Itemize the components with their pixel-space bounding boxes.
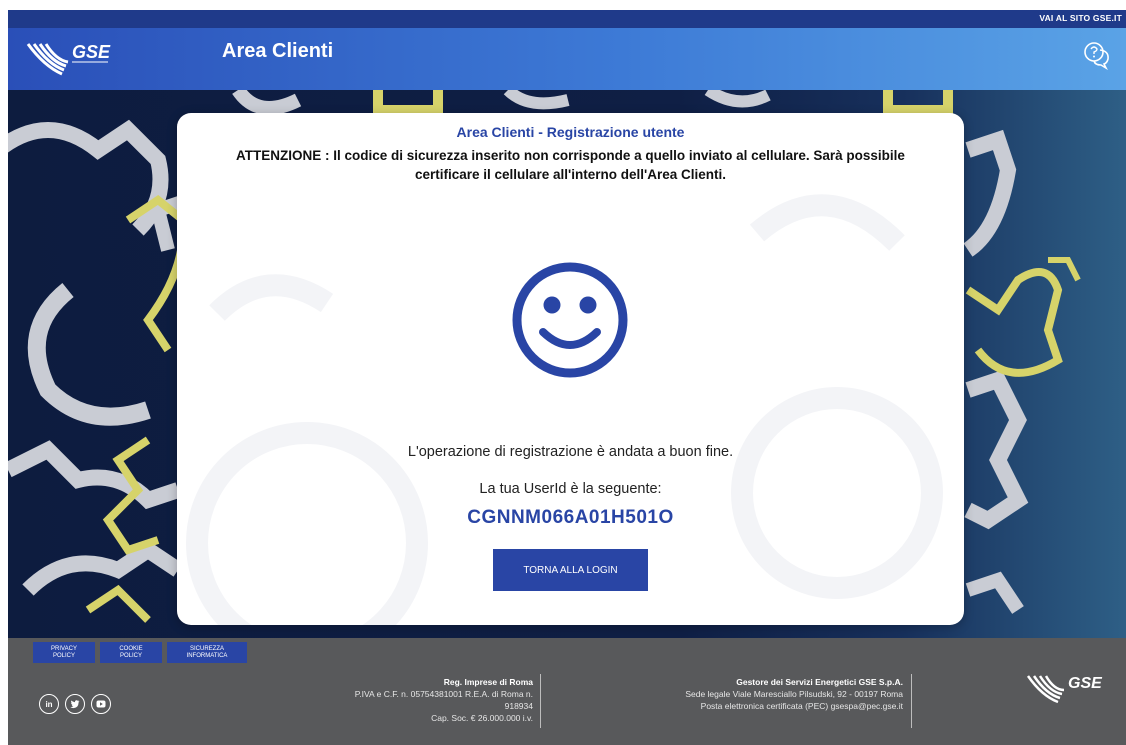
twitter-icon[interactable]	[65, 694, 85, 714]
gse-site-link[interactable]: VAI AL SITO GSE.IT	[1039, 13, 1122, 23]
company-title: Gestore dei Servizi Energetici GSE S.p.A…	[736, 677, 903, 687]
privacy-policy-link[interactable]: PRIVACY POLICY	[33, 642, 95, 663]
privacy-policy-line2: POLICY	[52, 652, 75, 659]
youtube-icon[interactable]	[91, 694, 111, 714]
company-pec: Posta elettronica certificata (PEC) gses…	[700, 701, 903, 711]
gse-footer-logo: GSE	[1026, 675, 1103, 704]
footer-divider	[540, 674, 541, 728]
page-title: Area Clienti	[222, 40, 334, 62]
company-address: Sede legale Viale Maresciallo Pilsudski,…	[685, 689, 903, 699]
registration-card: Area Clienti - Registrazione utente ATTE…	[177, 113, 964, 625]
top-strip: VAI AL SITO GSE.IT	[8, 10, 1126, 28]
help-chat-icon[interactable]	[1082, 40, 1112, 70]
gse-logo[interactable]: GSE	[22, 36, 112, 84]
smiley-icon	[512, 262, 628, 378]
userid-value: CGNNM066A01H501O	[467, 507, 674, 528]
warning-message: ATTENZIONE : Il codice di sicurezza inse…	[236, 148, 905, 182]
svg-text:GSE: GSE	[72, 42, 111, 62]
cookie-policy-link[interactable]: COOKIE POLICY	[100, 642, 162, 663]
userid-label: La tua UserId è la seguente:	[479, 481, 662, 497]
footer-divider	[911, 674, 912, 728]
registry-line3: Cap. Soc. € 26.000.000 i.v.	[431, 713, 533, 723]
registry-line1: P.IVA e C.F. n. 05754381001 R.E.A. di Ro…	[354, 689, 533, 699]
card-title: Area Clienti - Registrazione utente	[456, 124, 685, 140]
security-info-line2: INFORMATICA	[186, 652, 228, 659]
company-registry: Reg. Imprese di Roma P.IVA e C.F. n. 057…	[273, 676, 533, 724]
cookie-policy-line2: POLICY	[119, 652, 142, 659]
svg-text:GSE: GSE	[1068, 675, 1103, 692]
registry-title: Reg. Imprese di Roma	[443, 677, 533, 687]
back-to-login-button[interactable]: TORNA ALLA LOGIN	[493, 549, 648, 591]
linkedin-icon[interactable]: in	[39, 694, 59, 714]
header: GSE Area Clienti	[8, 28, 1126, 90]
registry-line2: 918934	[504, 701, 533, 711]
company-info: Gestore dei Servizi Energetici GSE S.p.A…	[608, 676, 903, 712]
security-info-link[interactable]: SICUREZZA INFORMATICA	[167, 642, 247, 663]
footer: PRIVACY POLICY COOKIE POLICY SICUREZZA I…	[8, 638, 1126, 745]
success-message: L'operazione di registrazione è andata a…	[407, 444, 734, 460]
